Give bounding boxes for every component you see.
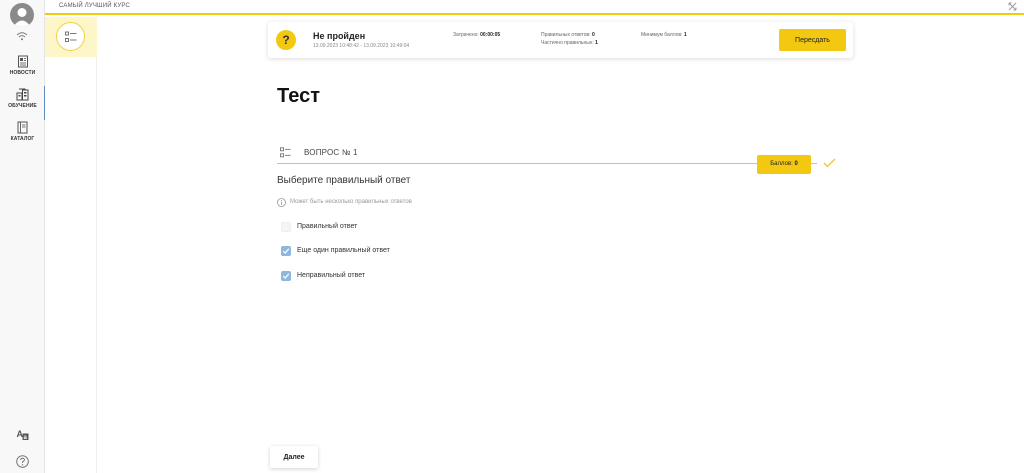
status-question-icon: ? [276,30,296,50]
correct-answers-value: 0 [592,32,595,38]
correct-answers: Правильных ответов: 0 [541,32,595,38]
min-score-value: 1 [683,32,687,38]
check-icon [823,158,836,168]
side-panel-test-item[interactable] [45,17,97,57]
test-item-circle [56,22,85,51]
news-icon [17,55,28,68]
catalog-icon [17,121,28,134]
min-score: Минимум баллов: 1 [641,32,687,38]
page-title: Тест [277,85,320,107]
nav-item-label: КАТАЛОГ [10,136,35,142]
question-number: ВОПРОС № 1 [304,148,358,157]
time-spent-label: Затрачено: [453,32,479,38]
score-badge: Баллов: 0 [757,155,811,174]
result-dates: 13.09.2023 10:48:42 - 13.09.2023 10:49:0… [313,43,410,49]
answer-label: Неправильный ответ [297,272,366,279]
answer-label: Правильный ответ [297,223,358,230]
wifi-icon [16,32,28,41]
quiz-list-icon [65,31,77,42]
nav-item-catalog[interactable]: КАТАЛОГ [0,121,45,153]
result-status: Не пройден [313,31,366,41]
partial-answers-label: Частично правильных: [541,40,594,46]
checkmark-icon [282,248,290,254]
app-root: НОВОСТИ ОБУЧЕНИЕ КАТАЛОГ A a САМЫЙ ЛУЧШИ… [0,0,1024,473]
nav-item-label: ОБУЧЕНИЕ [8,103,37,109]
checkmark-icon [282,273,290,279]
score-label: Баллов: [770,161,793,167]
test-result-card: ? Не пройден 13.09.2023 10:48:42 - 13.09… [268,22,853,58]
time-spent-value: 00:00:05 [480,32,501,38]
partial-answers-value: 1 [595,40,598,46]
partial-answers: Частично правильных: 1 [541,40,598,46]
answer-checkbox-checked[interactable] [281,246,291,256]
min-score-label: Минимум баллов: [641,32,683,38]
translate-icon[interactable]: A a [16,428,29,441]
help-icon[interactable] [16,455,29,468]
next-button[interactable]: Далее [270,446,318,468]
nav-item-label: НОВОСТИ [9,70,36,76]
top-bar: САМЫЙ ЛУЧШИЙ КУРС [45,0,1024,15]
left-nav: НОВОСТИ ОБУЧЕНИЕ КАТАЛОГ A a [0,0,46,473]
learning-icon [16,88,29,101]
question-list-icon [280,147,291,158]
answer-label: Еще один правильный ответ [297,247,390,254]
question-text: Выберите правильный ответ [277,175,411,186]
question-hint: Может быть несколько правильных ответов [290,199,412,205]
score-value: 0 [794,161,798,167]
avatar-icon [13,8,31,27]
answer-checkbox-unchecked[interactable] [281,222,291,232]
nav-item-news[interactable]: НОВОСТИ [0,55,45,87]
lesson-side-panel [45,17,97,473]
retake-button[interactable]: Пересдать [779,29,846,51]
question-divider [277,163,817,164]
user-avatar[interactable] [10,3,34,27]
correct-answers-label: Правильных ответов: [541,32,591,38]
answer-checkbox-checked[interactable] [281,271,291,281]
svg-text:A: A [17,429,24,439]
nav-item-learning[interactable]: ОБУЧЕНИЕ [0,86,46,120]
close-icon[interactable] [1008,2,1017,11]
info-icon [277,198,286,207]
course-title: САМЫЙ ЛУЧШИЙ КУРС [59,3,131,9]
time-spent: Затрачено: 00:00:05 [453,32,500,38]
